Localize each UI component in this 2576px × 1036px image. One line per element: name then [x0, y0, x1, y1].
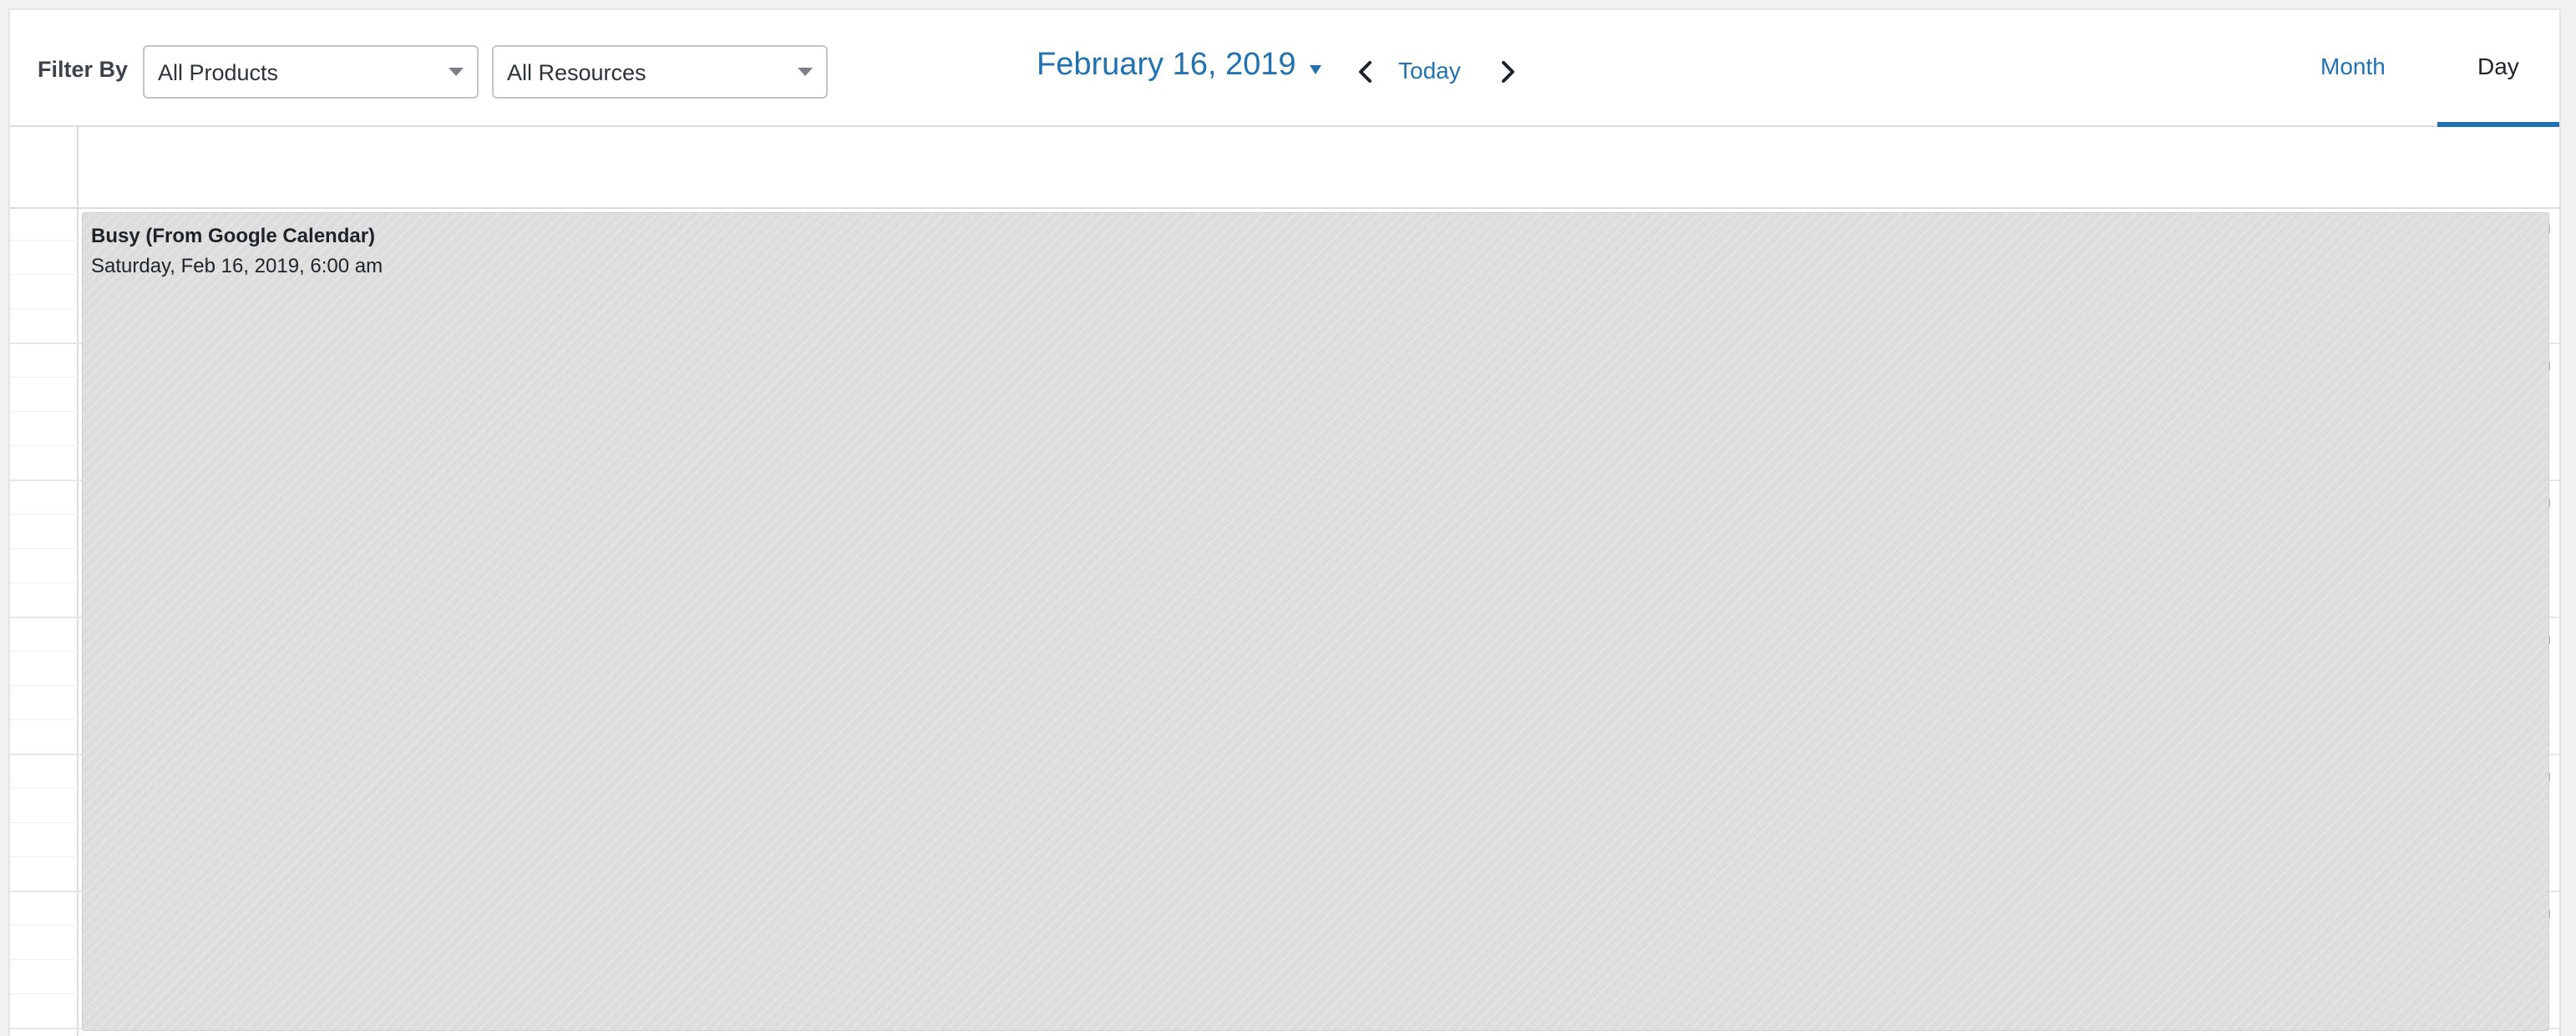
all-day-row[interactable]	[79, 127, 2559, 209]
busy-event[interactable]: Busy (From Google Calendar) Saturday, Fe…	[82, 212, 2549, 1031]
quarter-gridline	[10, 822, 79, 823]
all-day-gutter-cell	[10, 127, 79, 209]
event-time: Saturday, Feb 16, 2019, 6:00 am	[91, 255, 383, 277]
resources-filter-select[interactable]: All Resources	[492, 45, 828, 99]
resources-filter-value: All Resources	[507, 60, 647, 85]
date-picker-toggle[interactable]: February 16, 2019	[1037, 47, 1296, 83]
next-day-button[interactable]	[1490, 55, 1524, 89]
quarter-gridline	[10, 582, 79, 583]
quarter-gridline	[10, 719, 79, 720]
tab-day[interactable]: Day	[2477, 53, 2519, 80]
quarter-gridline	[10, 411, 79, 412]
chevron-right-icon	[1502, 61, 1514, 83]
quarter-gridline	[10, 548, 79, 549]
day-view-grid: 12am 1am 2am 3am 4am 5am Busy (From Goog…	[10, 127, 2559, 1036]
event-title: Busy (From Google Calendar)	[91, 225, 376, 247]
quarter-gridline	[10, 651, 79, 652]
quarter-gridline	[10, 788, 79, 789]
today-button[interactable]: Today	[1398, 58, 1461, 84]
caret-down-icon	[449, 68, 464, 76]
products-filter-select[interactable]: All Products	[143, 45, 479, 99]
products-filter-value: All Products	[158, 60, 279, 85]
quarter-gridline	[10, 274, 79, 275]
bookings-calendar-app: Filter By All Products All Resources Feb…	[8, 8, 2561, 1036]
quarter-gridline	[10, 993, 79, 994]
quarter-gridline	[10, 308, 79, 309]
quarter-gridline	[10, 377, 79, 378]
quarter-gridline	[10, 925, 79, 926]
previous-day-button[interactable]	[1350, 55, 1383, 89]
time-gutter	[10, 127, 79, 1036]
calendar-toolbar: Filter By All Products All Resources Feb…	[10, 10, 2559, 127]
chevron-left-icon	[1359, 61, 1372, 83]
quarter-gridline	[10, 959, 79, 960]
quarter-gridline	[10, 685, 79, 686]
caret-down-icon[interactable]	[1310, 65, 1321, 74]
quarter-gridline	[10, 240, 79, 241]
tab-month[interactable]: Month	[2320, 53, 2386, 80]
filter-by-label: Filter By	[38, 57, 129, 82]
caret-down-icon	[798, 68, 813, 76]
quarter-gridline	[10, 856, 79, 857]
quarter-gridline	[10, 514, 79, 515]
quarter-gridline	[10, 445, 79, 446]
